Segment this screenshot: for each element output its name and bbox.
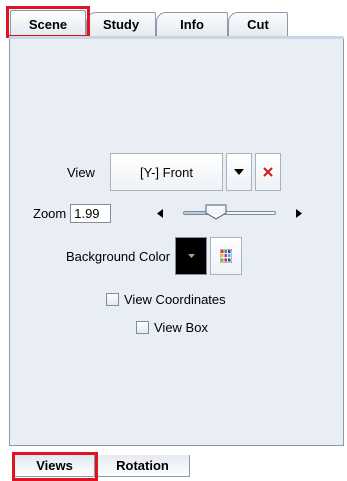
tab-info-label: Info bbox=[180, 17, 204, 32]
view-label: View bbox=[67, 164, 95, 180]
zoom-label: Zoom bbox=[33, 206, 67, 221]
tab-views[interactable]: Views bbox=[14, 455, 95, 477]
background-color-row: Background Color bbox=[66, 237, 243, 275]
view-dropdown-button[interactable] bbox=[226, 153, 252, 191]
background-color-swatch[interactable] bbox=[175, 237, 208, 275]
zoom-decrease-arrow-icon[interactable] bbox=[157, 209, 163, 218]
zoom-slider-track[interactable] bbox=[183, 211, 276, 215]
tab-scene-label: Scene bbox=[28, 16, 68, 32]
view-row: View [Y-] Front bbox=[67, 153, 281, 191]
tab-views-label: Views bbox=[36, 458, 73, 473]
tab-rotation[interactable]: Rotation bbox=[95, 455, 190, 477]
view-value-text: [Y-] Front bbox=[140, 164, 193, 180]
view-coordinates-row[interactable]: View Coordinates bbox=[106, 292, 226, 307]
tab-info[interactable]: Info bbox=[156, 12, 228, 36]
zoom-slider-thumb[interactable] bbox=[205, 204, 227, 220]
color-picker-button[interactable] bbox=[210, 237, 243, 275]
panel-top-border bbox=[9, 36, 344, 39]
bottom-tab-strip bbox=[9, 446, 344, 455]
tab-study[interactable]: Study bbox=[86, 12, 156, 36]
view-coordinates-checkbox[interactable] bbox=[106, 293, 119, 306]
zoom-row: Zoom 1.99 bbox=[33, 204, 112, 223]
view-box-row[interactable]: View Box bbox=[136, 320, 208, 335]
tab-cut[interactable]: Cut bbox=[228, 12, 288, 36]
background-color-label: Background Color bbox=[66, 248, 171, 264]
tab-study-label: Study bbox=[102, 17, 140, 32]
view-clear-button[interactable] bbox=[255, 153, 281, 191]
chevron-down-icon bbox=[234, 168, 244, 175]
tab-cut-label: Cut bbox=[247, 17, 269, 32]
chevron-down-icon bbox=[187, 254, 195, 258]
zoom-value: 1.99 bbox=[74, 206, 100, 221]
tab-scene[interactable]: Scene bbox=[10, 10, 86, 37]
view-value-button[interactable]: [Y-] Front bbox=[110, 153, 223, 191]
zoom-increase-arrow-icon[interactable] bbox=[296, 209, 302, 218]
view-box-checkbox[interactable] bbox=[136, 321, 149, 334]
color-palette-icon bbox=[220, 249, 233, 263]
view-box-label: View Box bbox=[154, 320, 208, 335]
close-icon bbox=[263, 167, 273, 177]
view-coordinates-label: View Coordinates bbox=[124, 292, 226, 307]
tab-rotation-label: Rotation bbox=[116, 458, 169, 473]
zoom-input[interactable]: 1.99 bbox=[70, 204, 112, 223]
